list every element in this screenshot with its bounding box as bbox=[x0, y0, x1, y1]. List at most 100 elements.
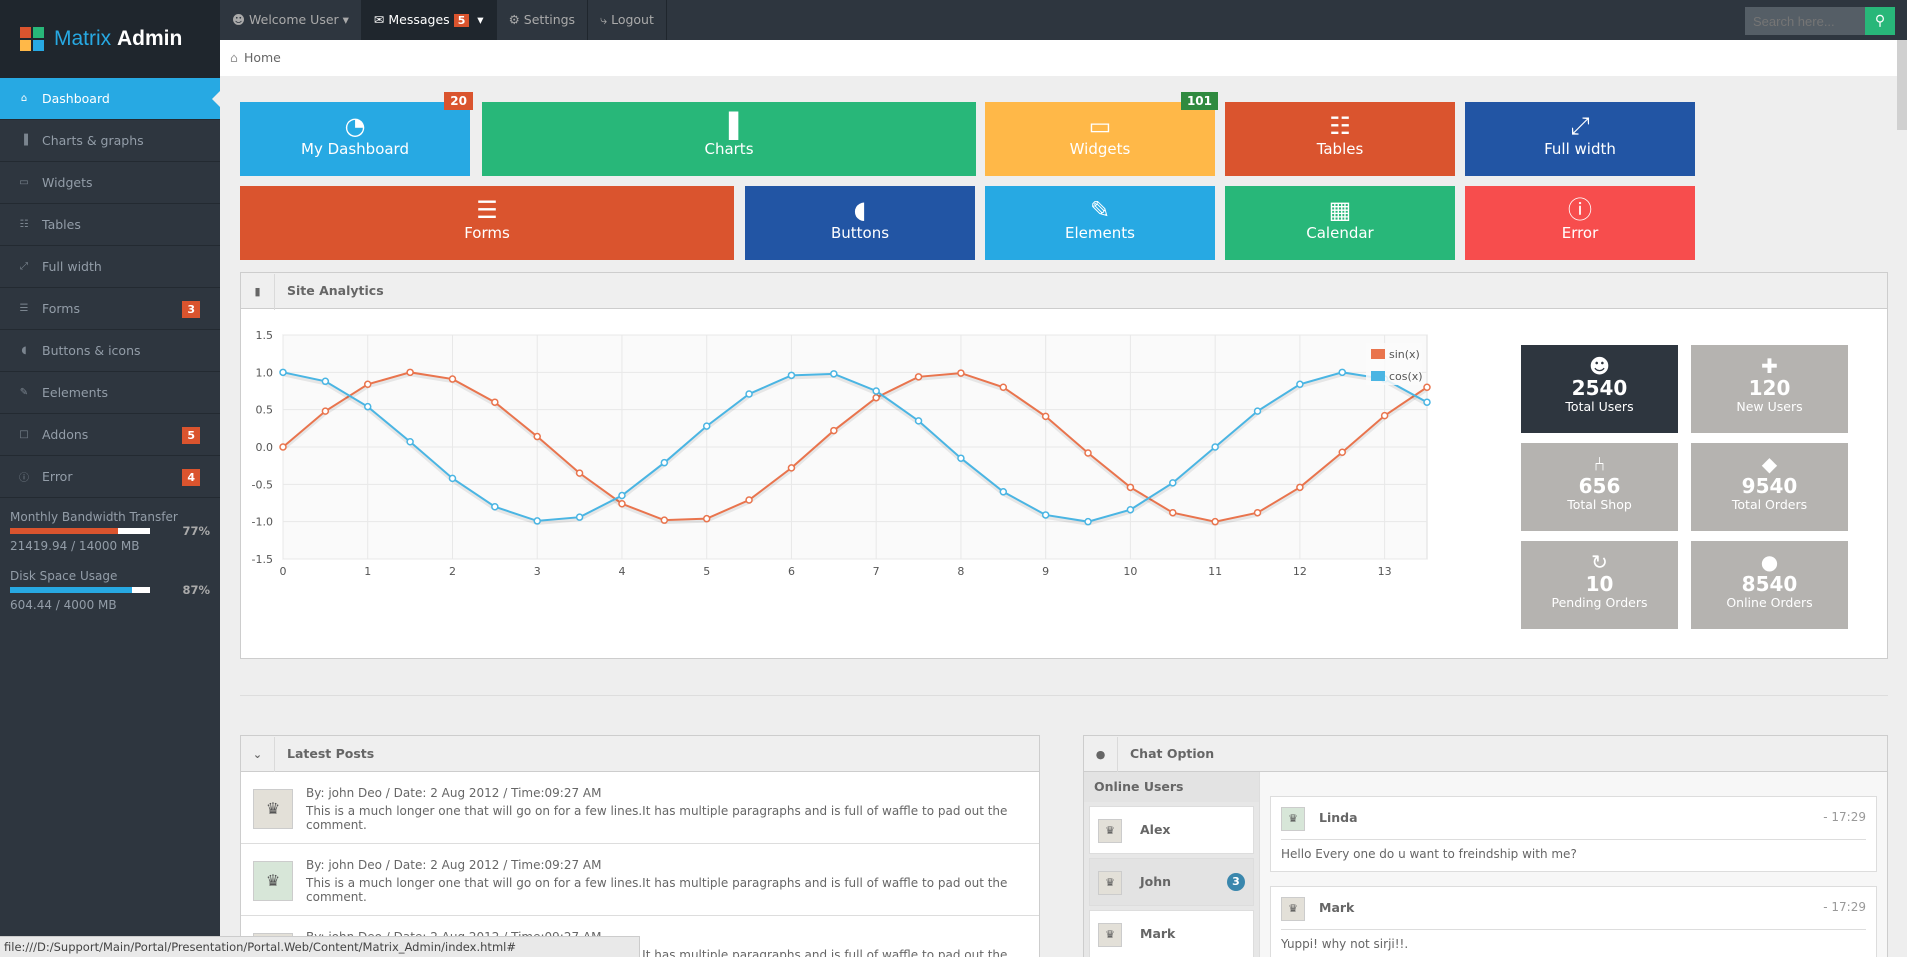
tile-tables[interactable]: ☷ Tables bbox=[1225, 102, 1455, 176]
stat-tile-pending-orders[interactable]: ↻ 10 Pending Orders bbox=[1521, 541, 1678, 629]
th-icon: ☷ bbox=[1329, 112, 1351, 140]
tile-forms[interactable]: ☰ Forms bbox=[240, 186, 734, 260]
sidebar-item-badge: 4 bbox=[182, 469, 200, 486]
site-analytics-title: Site Analytics bbox=[287, 283, 384, 298]
signal-icon: ▮ bbox=[241, 274, 275, 310]
repeat-icon: ↻ bbox=[1591, 550, 1608, 574]
bandwidth-progress-bar bbox=[10, 528, 150, 534]
stat-value: 9540 bbox=[1741, 474, 1798, 498]
logo-text: Matrix Admin bbox=[54, 27, 183, 50]
x-tick-label: 10 bbox=[1123, 565, 1137, 578]
sidebar-item-tables[interactable]: ☷ Tables bbox=[0, 204, 220, 246]
data-point bbox=[830, 370, 838, 378]
data-point bbox=[999, 488, 1008, 496]
tile-label: Buttons bbox=[830, 224, 890, 242]
data-point bbox=[533, 517, 541, 525]
y-tick-label: 1.0 bbox=[256, 366, 274, 379]
tile-elements[interactable]: ✎ Elements bbox=[985, 186, 1215, 260]
latest-posts-title: Latest Posts bbox=[287, 746, 375, 761]
user-icon: ☻ bbox=[232, 12, 246, 27]
envelope-icon: ✉ bbox=[373, 12, 385, 27]
online-user-name: Mark bbox=[1140, 926, 1176, 941]
stat-tile-total-shop[interactable]: ⑃ 656 Total Shop bbox=[1521, 443, 1678, 531]
tile-widgets[interactable]: ▭ Widgets 101 bbox=[985, 92, 1218, 176]
messages-menu[interactable]: ✉ Messages 5 ▾ bbox=[361, 0, 497, 40]
sidebar-item-addons[interactable]: □ Addons 5 bbox=[0, 414, 220, 456]
sidebar-item-label: Error bbox=[42, 469, 73, 484]
x-tick-label: 8 bbox=[957, 565, 964, 578]
disk-label: Disk Space Usage bbox=[10, 569, 118, 583]
online-user-john[interactable]: ♛ John 3 bbox=[1089, 858, 1254, 906]
disk-stat: Disk Space Usage 604.44 / 4000 MB 87% bbox=[0, 557, 220, 616]
tile-my-dashboard[interactable]: ◔ My Dashboard 20 bbox=[240, 92, 473, 176]
search-input[interactable] bbox=[1745, 7, 1865, 35]
data-point bbox=[1211, 517, 1219, 526]
x-tick-label: 3 bbox=[534, 565, 541, 578]
sidebar-item-widgets[interactable]: ▭ Widgets bbox=[0, 162, 220, 204]
stat-tile-total-users[interactable]: ☻ 2540 Total Users bbox=[1521, 345, 1678, 433]
breadcrumb-home-link[interactable]: Home bbox=[244, 50, 281, 65]
welcome-user-menu[interactable]: ☻ Welcome User ▾ bbox=[220, 0, 362, 40]
sidebar-item-error[interactable]: ⓘ Error 4 bbox=[0, 456, 220, 498]
tile-buttons[interactable]: ◖ Buttons bbox=[745, 186, 975, 260]
stat-tile-new-users[interactable]: ✚ 120 New Users bbox=[1691, 345, 1848, 433]
data-point bbox=[1253, 508, 1262, 517]
search-button[interactable]: ⚲ bbox=[1865, 7, 1895, 35]
sidebar-item-eelements[interactable]: ✎ Eelements bbox=[0, 372, 220, 414]
post-item: ♛ By: john Deo / Date: 2 Aug 2012 / Time:… bbox=[241, 772, 1039, 844]
data-point bbox=[448, 375, 457, 383]
inbox-icon: ▭ bbox=[1088, 112, 1112, 140]
logout-link[interactable]: ⤷ Logout bbox=[588, 0, 667, 40]
tag-icon: ◆ bbox=[1761, 452, 1778, 476]
sidebar-item-charts-amp-graphs[interactable]: ▐ Charts & graphs bbox=[0, 120, 220, 162]
chat-author: Mark bbox=[1319, 900, 1355, 915]
tile-calendar[interactable]: ▦ Calendar bbox=[1225, 186, 1455, 260]
data-point bbox=[363, 402, 372, 411]
chat-author: Linda bbox=[1319, 810, 1358, 825]
online-user-alex[interactable]: ♛ Alex bbox=[1089, 806, 1254, 854]
latest-posts-header[interactable]: ⌄ Latest Posts bbox=[241, 736, 1039, 773]
top-navbar: ☻ Welcome User ▾ ✉ Messages 5 ▾ ⚙ Setting… bbox=[220, 0, 1907, 40]
sidebar-item-forms[interactable]: ☰ Forms 3 bbox=[0, 288, 220, 330]
online-users-column: Online Users ♛ Alex ♛ John 3 ♛ Mark bbox=[1084, 772, 1260, 957]
stat-tile-total-orders[interactable]: ◆ 9540 Total Orders bbox=[1691, 443, 1848, 531]
user-icon: ☻ bbox=[1589, 354, 1610, 378]
tile-label: Widgets bbox=[1069, 140, 1131, 158]
main-content: ◔ My Dashboard 20 ▐ Charts ▭ Widgets 101 ☷ Tables… bbox=[220, 76, 1907, 957]
unread-badge: 3 bbox=[1227, 873, 1245, 891]
data-point bbox=[787, 371, 796, 380]
y-tick-label: -1.5 bbox=[252, 553, 273, 566]
data-point bbox=[957, 454, 965, 462]
data-point bbox=[660, 458, 669, 467]
data-point bbox=[1084, 517, 1092, 526]
sidebar-item-full-width[interactable]: ⤢ Full width bbox=[0, 246, 220, 288]
messages-badge: 5 bbox=[453, 14, 470, 27]
disk-percent: 87% bbox=[182, 583, 210, 597]
welcome-label: Welcome User bbox=[249, 12, 339, 27]
data-point bbox=[787, 464, 796, 472]
tile-full-width[interactable]: ⤢ Full width bbox=[1465, 102, 1695, 176]
settings-link[interactable]: ⚙ Settings bbox=[497, 0, 589, 40]
y-tick-label: 1.5 bbox=[256, 329, 274, 342]
x-tick-label: 4 bbox=[618, 565, 625, 578]
x-tick-label: 5 bbox=[703, 565, 710, 578]
app-logo[interactable]: Matrix Admin bbox=[0, 0, 220, 78]
legend-label: sin(x) bbox=[1389, 348, 1420, 361]
online-user-mark[interactable]: ♛ Mark bbox=[1089, 910, 1254, 957]
stat-tile-online-orders[interactable]: ● 8540 Online Orders bbox=[1691, 541, 1848, 629]
chevron-down-icon: ⌄ bbox=[241, 737, 275, 773]
tile-error[interactable]: ⓘ Error bbox=[1465, 186, 1695, 260]
pencil-icon: ✎ bbox=[19, 387, 29, 398]
data-point bbox=[830, 426, 838, 435]
sidebar-item-dashboard[interactable]: ⌂ Dashboard bbox=[0, 78, 220, 120]
x-tick-label: 7 bbox=[873, 565, 880, 578]
legend-swatch bbox=[1371, 349, 1385, 359]
th-icon: ☷ bbox=[19, 219, 29, 230]
latest-posts-panel: ⌄ Latest Posts ♛ By: john Deo / Date: 2 Au… bbox=[240, 735, 1040, 957]
avatar: ♛ bbox=[1281, 807, 1305, 831]
list-icon: ☰ bbox=[476, 196, 498, 224]
sidebar-item-buttons-amp-icons[interactable]: ◖ Buttons & icons bbox=[0, 330, 220, 372]
tile-charts[interactable]: ▐ Charts bbox=[482, 102, 976, 176]
tile-label: Tables bbox=[1316, 140, 1364, 158]
x-tick-label: 6 bbox=[788, 565, 795, 578]
